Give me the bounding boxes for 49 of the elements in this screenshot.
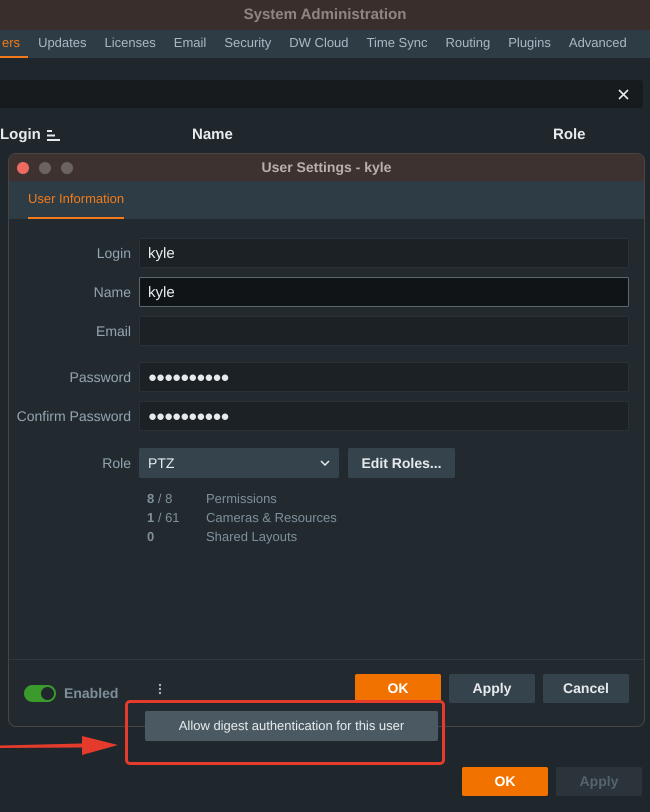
count-text: 8 / 8 [147, 490, 174, 508]
tab[interactable]: DW Cloud [281, 30, 357, 58]
sort-icon[interactable] [46, 130, 60, 141]
tab[interactable]: Security [216, 30, 280, 58]
input-field[interactable]: kyle [139, 238, 629, 268]
input-field[interactable]: ●●●●●●●●●● [139, 362, 629, 392]
chevron-down-icon [320, 460, 330, 466]
tab[interactable]: Time Sync [358, 30, 436, 58]
search-field[interactable] [0, 80, 643, 108]
window-title: System Administration [244, 4, 406, 25]
toggle-label: Enabled [64, 684, 118, 702]
count-text: 0 [147, 528, 156, 546]
dialog-button[interactable]: OK [355, 674, 441, 703]
edit-roles-button[interactable]: Edit Roles... [348, 448, 455, 478]
menu-item[interactable]: Allow digest authentication for this user [145, 711, 438, 741]
tab[interactable]: Updates [30, 30, 94, 58]
close-window-icon[interactable] [17, 162, 29, 174]
dialog-button[interactable]: Cancel [543, 674, 629, 703]
tab[interactable]: Plugins [500, 30, 559, 58]
field-label: Login [96, 244, 132, 263]
role-dropdown[interactable]: PTZ [139, 448, 339, 478]
tab[interactable]: User Information [28, 181, 124, 219]
close-icon[interactable] [618, 88, 629, 100]
dialog-title: User Settings - kyle [262, 158, 392, 177]
field-label: Role [101, 454, 132, 472]
tab[interactable]: Licenses [96, 30, 164, 58]
stat-label: Shared Layouts [206, 528, 298, 546]
count-text: 1 / 61 [147, 509, 181, 527]
tab[interactable]: Routing [437, 30, 498, 58]
tab[interactable]: Email [166, 30, 214, 58]
column-header[interactable]: Name [192, 124, 233, 146]
toggle-switch[interactable] [24, 684, 56, 702]
column-header[interactable]: Role [553, 124, 586, 146]
field-label: Name [92, 282, 132, 302]
input-field[interactable]: ●●●●●●●●●● [139, 401, 629, 431]
input-field[interactable]: kyle [139, 277, 629, 307]
column-header[interactable]: Login [0, 124, 41, 146]
stat-label: Permissions [206, 490, 277, 508]
tab[interactable]: ers [0, 30, 28, 58]
more-icon[interactable] [158, 683, 162, 695]
field-label: Email [94, 322, 132, 340]
stat-label: Cameras & Resources [206, 509, 337, 527]
dialog-button[interactable]: Apply [449, 674, 535, 703]
field-label: Confirm Password [16, 406, 132, 426]
footer-button[interactable]: OK [462, 767, 548, 796]
tab[interactable]: Advanced [560, 30, 635, 58]
field-label: Password [68, 368, 132, 386]
minimize-window-icon[interactable] [39, 162, 51, 174]
zoom-window-icon[interactable] [61, 162, 73, 174]
